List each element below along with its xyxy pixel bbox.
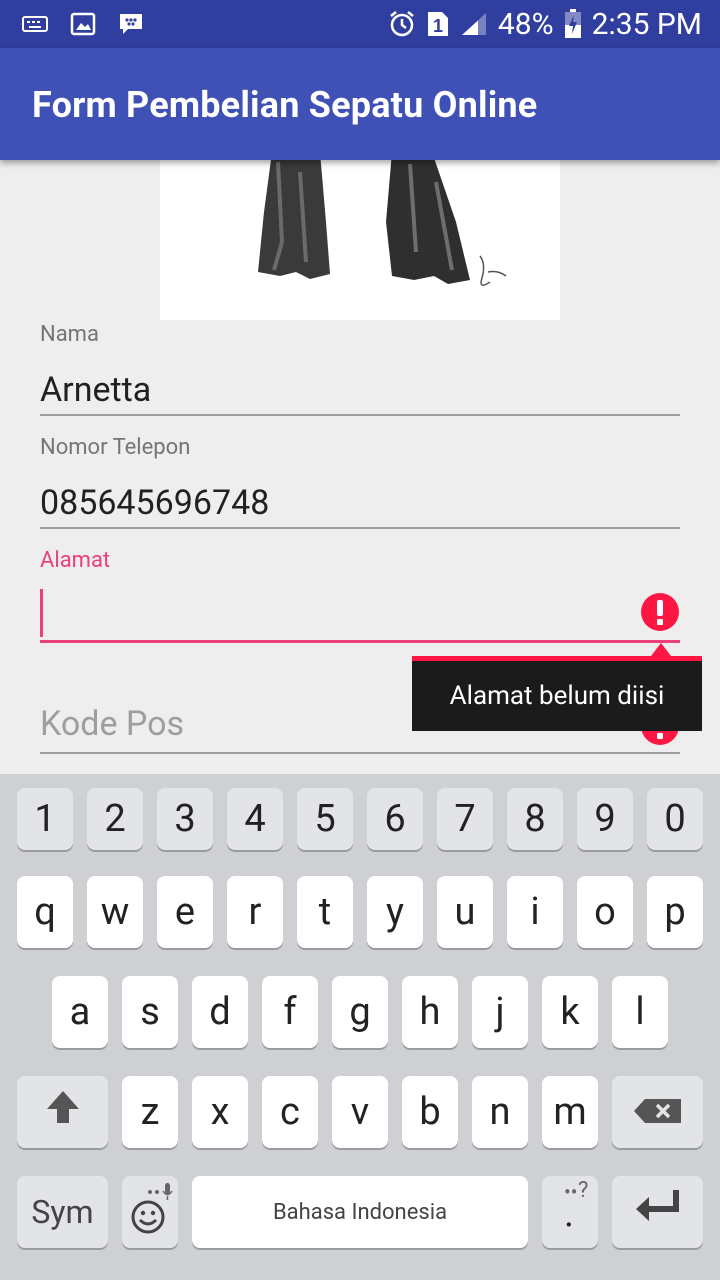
shift-key[interactable] <box>17 1076 108 1148</box>
shift-arrow-icon <box>45 1089 81 1135</box>
key-t[interactable]: t <box>297 876 353 948</box>
soft-keyboard: 1 2 3 4 5 6 7 8 9 0 q w e r t y u i o p … <box>0 774 720 1280</box>
key-f[interactable]: f <box>262 976 318 1048</box>
sim-icon: 1 <box>426 10 450 38</box>
key-v[interactable]: v <box>332 1076 388 1148</box>
key-0[interactable]: 0 <box>647 788 703 850</box>
key-s[interactable]: s <box>122 976 178 1048</box>
app-title: Form Pembelian Sepatu Online <box>32 84 538 126</box>
bbm-notification-icon <box>118 12 144 36</box>
key-i[interactable]: i <box>507 876 563 948</box>
key-r[interactable]: r <box>227 876 283 948</box>
key-n[interactable]: n <box>472 1076 528 1148</box>
status-bar: 1 48% 2:35 PM <box>0 0 720 48</box>
key-z[interactable]: z <box>122 1076 178 1148</box>
telepon-input[interactable]: 085645696748 <box>40 483 269 523</box>
battery-charging-icon <box>564 9 582 39</box>
error-tooltip-arrow <box>651 643 671 656</box>
key-j[interactable]: j <box>472 976 528 1048</box>
form-content: Nama Arnetta Nomor Telepon 085645696748 … <box>0 160 720 774</box>
nama-label: Nama <box>40 322 99 347</box>
key-8[interactable]: 8 <box>507 788 563 850</box>
key-q[interactable]: q <box>17 876 73 948</box>
clock: 2:35 PM <box>591 6 702 42</box>
key-b[interactable]: b <box>402 1076 458 1148</box>
key-o[interactable]: o <box>577 876 633 948</box>
alarm-icon <box>388 10 416 38</box>
enter-key[interactable] <box>612 1176 703 1248</box>
key-6[interactable]: 6 <box>367 788 423 850</box>
period-key-hint: ? <box>578 1178 589 1203</box>
kode-pos-underline <box>40 752 680 754</box>
key-w[interactable]: w <box>87 876 143 948</box>
key-m[interactable]: m <box>542 1076 598 1148</box>
key-h[interactable]: h <box>402 976 458 1048</box>
nama-underline <box>40 414 680 416</box>
alamat-underline <box>40 640 680 643</box>
app-bar: Form Pembelian Sepatu Online <box>0 48 720 160</box>
keyboard-notification-icon <box>22 15 48 33</box>
backspace-icon <box>633 1090 683 1134</box>
key-x[interactable]: x <box>192 1076 248 1148</box>
key-l[interactable]: l <box>612 976 668 1048</box>
shoe-image <box>160 160 560 320</box>
alamat-label: Alamat <box>40 548 111 573</box>
gallery-notification-icon <box>70 12 96 36</box>
period-key-label: . <box>564 1192 575 1236</box>
emoji-voice-key[interactable] <box>122 1176 178 1248</box>
key-g[interactable]: g <box>332 976 388 1048</box>
key-p[interactable]: p <box>647 876 703 948</box>
key-9[interactable]: 9 <box>577 788 633 850</box>
key-c[interactable]: c <box>262 1076 318 1148</box>
nama-input[interactable]: Arnetta <box>40 370 151 410</box>
sym-key[interactable]: Sym <box>17 1176 108 1248</box>
key-d[interactable]: d <box>192 976 248 1048</box>
key-e[interactable]: e <box>157 876 213 948</box>
key-7[interactable]: 7 <box>437 788 493 850</box>
key-5[interactable]: 5 <box>297 788 353 850</box>
key-3[interactable]: 3 <box>157 788 213 850</box>
key-k[interactable]: k <box>542 976 598 1048</box>
alamat-error-icon[interactable] <box>641 593 679 631</box>
telepon-label: Nomor Telepon <box>40 435 191 460</box>
emoji-icon <box>126 1177 174 1247</box>
key-a[interactable]: a <box>52 976 108 1048</box>
backspace-key[interactable] <box>612 1076 703 1148</box>
key-1[interactable]: 1 <box>17 788 73 850</box>
kode-pos-input[interactable]: Kode Pos <box>40 704 184 744</box>
signal-icon <box>460 11 488 37</box>
period-key[interactable]: •• ? . <box>542 1176 598 1248</box>
space-key[interactable]: Bahasa Indonesia <box>192 1176 528 1248</box>
key-2[interactable]: 2 <box>87 788 143 850</box>
battery-percent: 48% <box>497 6 554 42</box>
telepon-underline <box>40 527 680 529</box>
key-y[interactable]: y <box>367 876 423 948</box>
sim-slot-number: 1 <box>433 16 443 36</box>
enter-icon <box>635 1188 681 1236</box>
text-cursor <box>40 589 43 637</box>
alamat-input[interactable] <box>40 588 630 640</box>
alamat-error-tooltip: Alamat belum diisi <box>412 656 702 731</box>
key-4[interactable]: 4 <box>227 788 283 850</box>
key-u[interactable]: u <box>437 876 493 948</box>
